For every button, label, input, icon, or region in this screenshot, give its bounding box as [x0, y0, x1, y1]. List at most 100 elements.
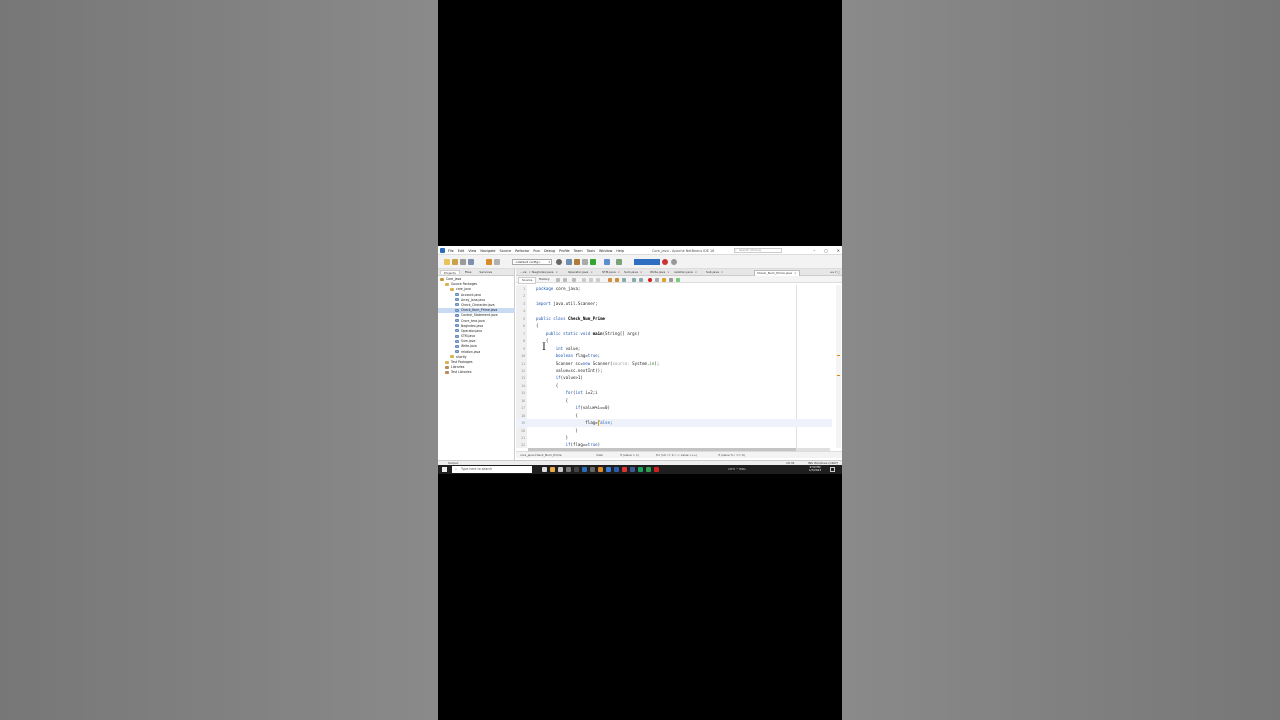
open-project-icon[interactable] — [460, 259, 466, 265]
gc-icon[interactable] — [662, 259, 668, 265]
tree-item[interactable]: Test Libraries — [438, 370, 515, 375]
whatsapp-icon[interactable] — [638, 467, 643, 472]
clean-build-icon[interactable] — [574, 259, 580, 265]
menu-profile[interactable]: Profile — [559, 249, 570, 253]
save-all-icon[interactable] — [468, 259, 474, 265]
run-icon[interactable] — [590, 259, 596, 265]
stop-icon[interactable] — [582, 259, 588, 265]
breadcrumb-item[interactable]: core_java.Check_Num_Prime — [520, 452, 562, 458]
uncomment-icon[interactable] — [669, 278, 673, 282]
tab-navigation-icon[interactable]: ◂ ▸ ▾ ◻ — [830, 270, 840, 274]
next-occurrence-icon[interactable] — [589, 278, 593, 282]
bookmark-next-icon[interactable] — [615, 278, 619, 282]
shift-left-icon[interactable] — [632, 278, 636, 282]
menu-source[interactable]: Source — [500, 249, 512, 253]
toggle-bookmark-icon[interactable] — [622, 278, 626, 282]
app-icon[interactable] — [654, 467, 659, 472]
chrome-icon[interactable] — [550, 467, 555, 472]
breadcrumb-item[interactable]: main — [596, 452, 603, 458]
close-button[interactable]: ✕ — [837, 248, 840, 253]
undo-icon[interactable] — [486, 259, 492, 265]
vscode-icon[interactable] — [606, 467, 611, 472]
taskbar-clock[interactable]: 9:59 PM 1/7/2023 — [804, 465, 826, 473]
menu-view[interactable]: View — [468, 249, 476, 253]
code-line[interactable]: 20 } — [516, 427, 832, 434]
find-icon[interactable] — [572, 278, 576, 282]
folder-icon[interactable] — [598, 467, 603, 472]
panel-tab-services[interactable]: Services — [476, 270, 495, 274]
code-line[interactable]: 13 if(value>1) — [516, 374, 832, 381]
close-tab-icon[interactable]: × — [617, 270, 621, 274]
stop-macro-icon[interactable] — [655, 278, 659, 282]
minimize-button[interactable]: – — [813, 248, 815, 253]
code-line[interactable]: 6{ — [516, 322, 832, 329]
code-area[interactable]: I 1 package core_java; 2 3 import java.util.… — [516, 285, 836, 448]
code-line[interactable]: 3 import java.util.Scanner; — [516, 300, 832, 307]
close-tab-icon[interactable]: × — [555, 270, 558, 274]
debug-icon[interactable] — [604, 259, 610, 265]
code-line[interactable]: 1 package core_java; — [516, 285, 832, 292]
hammer-build-icon[interactable] — [566, 259, 572, 265]
profile-icon[interactable] — [616, 259, 622, 265]
new-file-icon[interactable] — [444, 259, 450, 265]
prev-occurrence-icon[interactable] — [582, 278, 586, 282]
word-icon[interactable] — [614, 467, 619, 472]
config-settings-icon[interactable] — [556, 259, 562, 265]
edge-icon[interactable] — [582, 467, 587, 472]
close-tab-icon[interactable]: × — [793, 271, 797, 275]
menu-navigate[interactable]: Navigate — [480, 249, 495, 253]
breadcrumb-item[interactable]: for (int i = 2; i < value; i++) — [656, 452, 697, 458]
menu-run[interactable]: Run — [533, 249, 540, 253]
config-select[interactable]: <default config> ▾ — [512, 259, 552, 265]
close-tab-icon[interactable]: × — [694, 270, 698, 274]
menu-refactor[interactable]: Refactor — [515, 249, 529, 253]
toggle-highlight-icon[interactable] — [596, 278, 600, 282]
close-tab-icon[interactable]: × — [666, 270, 670, 274]
menu-tools[interactable]: Tools — [587, 249, 595, 253]
breadcrumb-item[interactable]: if (value > 1) — [620, 452, 639, 458]
youtube-icon[interactable] — [622, 467, 627, 472]
code-line[interactable]: 15 for(int i=2;i — [516, 389, 832, 396]
store-icon[interactable] — [590, 467, 595, 472]
file-explorer-icon[interactable] — [566, 467, 571, 472]
code-line[interactable]: 21 } — [516, 434, 832, 441]
tab-source[interactable]: Source — [518, 277, 537, 284]
menu-help[interactable]: Help — [616, 249, 624, 253]
terminal-icon[interactable] — [574, 467, 579, 472]
close-tab-icon[interactable]: × — [639, 270, 643, 274]
memory-graph[interactable] — [634, 259, 660, 265]
back-icon[interactable] — [556, 278, 560, 282]
code-line[interactable]: 4 — [516, 307, 832, 314]
tab-history[interactable]: History — [536, 277, 553, 282]
excel-icon[interactable] — [646, 467, 651, 472]
code-line[interactable]: 12 value=sc.nextInt(); — [516, 367, 832, 374]
new-project-icon[interactable] — [452, 259, 458, 265]
code-line[interactable]: 17 if(value%i==0) — [516, 404, 832, 411]
close-tab-icon[interactable]: × — [589, 270, 593, 274]
snapshot-icon[interactable] — [671, 259, 677, 265]
breadcrumb-item[interactable]: if (value % i == 0) — [718, 452, 745, 458]
menu-debug[interactable]: Debug — [544, 249, 555, 253]
code-line[interactable]: 19 flag=false; — [516, 419, 832, 427]
code-line[interactable]: 18 { — [516, 412, 832, 419]
maximize-button[interactable]: ◻ — [824, 248, 827, 253]
menu-edit[interactable]: Edit — [458, 249, 465, 253]
code-line[interactable]: 16 { — [516, 397, 832, 404]
code-line[interactable]: 8 { — [516, 337, 832, 344]
editor-error-stripe[interactable] — [836, 285, 841, 448]
close-tab-icon[interactable]: × — [720, 270, 724, 274]
panel-tab-files[interactable]: Files — [462, 270, 475, 274]
menu-file[interactable]: File — [448, 249, 454, 253]
comment-icon[interactable] — [662, 278, 666, 282]
forward-icon[interactable] — [563, 278, 567, 282]
code-line[interactable]: 9 int value; — [516, 345, 832, 352]
redo-icon[interactable] — [494, 259, 500, 265]
panel-tab-projects[interactable]: Projects — [440, 270, 460, 275]
code-line[interactable]: 10 boolean flag=true; — [516, 352, 832, 359]
code-line[interactable]: 7 public static void main(String[] args) — [516, 330, 832, 337]
netbeans-taskbar-icon[interactable] — [558, 467, 563, 472]
start-macro-icon[interactable] — [648, 278, 652, 282]
system-tray[interactable]: 19°C ^ ENG — [728, 466, 746, 473]
shift-right-icon[interactable] — [639, 278, 643, 282]
task-view-icon[interactable] — [542, 467, 547, 472]
